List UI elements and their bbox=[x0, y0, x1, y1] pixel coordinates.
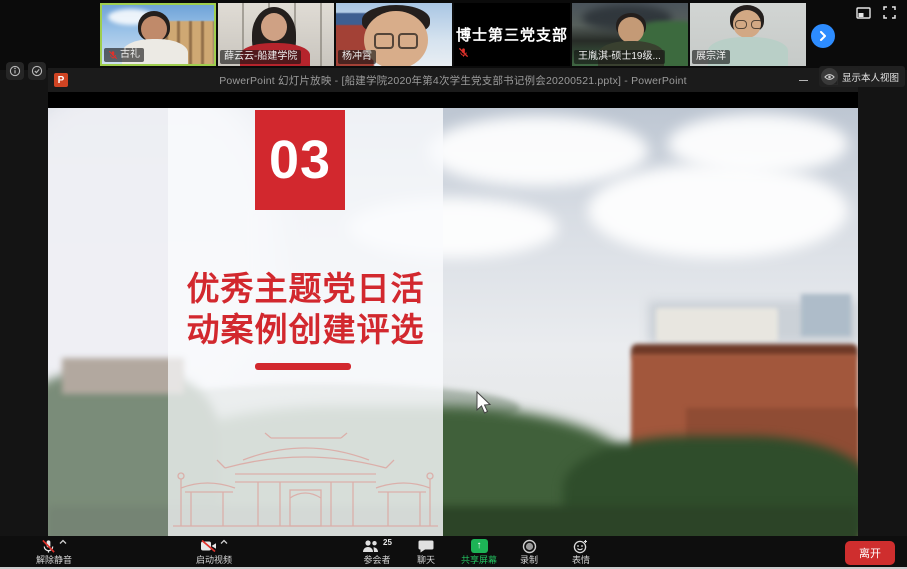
mic-muted-icon bbox=[41, 539, 56, 554]
participant-name-tag: 展宗洋 bbox=[692, 50, 730, 64]
mic-muted-icon bbox=[458, 45, 469, 63]
eye-icon bbox=[821, 68, 838, 85]
cloud bbox=[588, 163, 848, 258]
minimize-button[interactable] bbox=[788, 68, 818, 92]
fullscreen-icon[interactable] bbox=[883, 6, 896, 24]
cloud bbox=[428, 116, 648, 186]
participant-name: 杨冲霄 bbox=[342, 51, 372, 63]
participant-tile[interactable]: 杨冲霄 bbox=[336, 3, 452, 66]
zoom-meeting-window: 古礼 薛云云-船建学院 杨冲霄 博士 bbox=[0, 0, 907, 569]
info-icon[interactable] bbox=[6, 62, 24, 80]
chat-label: 聊天 bbox=[417, 555, 435, 565]
chat-button[interactable]: 聊天 bbox=[417, 539, 435, 565]
presentation-slide: 03 优秀主题党日活 动案例创建评选 bbox=[48, 108, 858, 543]
distant-building bbox=[801, 294, 851, 336]
chevron-up-icon[interactable] bbox=[220, 539, 228, 545]
participant-tile[interactable]: 王胤淇-硕士19级... bbox=[572, 3, 688, 66]
reactions-label: 表情 bbox=[572, 555, 590, 565]
shared-screen-powerpoint-window: P PowerPoint 幻灯片放映 - [船建学院2020年第4次学生党支部书… bbox=[48, 68, 858, 543]
participant-name: 薛云云-船建学院 bbox=[224, 51, 297, 63]
chat-icon bbox=[418, 539, 434, 553]
record-button[interactable]: 录制 bbox=[520, 539, 538, 565]
window-title: PowerPoint 幻灯片放映 - [船建学院2020年第4次学生党支部书记例… bbox=[48, 73, 858, 88]
participant-name: 王胤淇-硕士19级... bbox=[578, 51, 661, 63]
show-self-view-label: 显示本人视图 bbox=[842, 70, 899, 84]
participant-name-tag: 古礼 bbox=[104, 48, 144, 62]
share-screen-button[interactable]: ↑ 共享屏幕 bbox=[461, 539, 497, 565]
participants-count-badge: 25 bbox=[383, 539, 392, 547]
shield-check-icon[interactable] bbox=[28, 62, 46, 80]
video-thumbnail-strip: 古礼 薛云云-船建学院 杨冲霄 博士 bbox=[0, 0, 907, 70]
participants-icon bbox=[362, 539, 380, 553]
reactions-button[interactable]: 表情 bbox=[572, 539, 590, 565]
participant-name: 古礼 bbox=[120, 49, 140, 61]
participant-name-tag: 薛云云-船建学院 bbox=[220, 50, 301, 64]
panel-fade bbox=[48, 108, 168, 543]
reactions-icon bbox=[573, 539, 589, 554]
start-video-label: 启动视频 bbox=[196, 555, 232, 565]
mouse-cursor bbox=[476, 391, 493, 415]
participant-name-tag: 杨冲霄 bbox=[338, 50, 376, 64]
participant-name-tag: 王胤淇-硕士19级... bbox=[574, 50, 665, 64]
unmute-button[interactable]: 解除静音 bbox=[36, 539, 72, 565]
participants-button[interactable]: 25 参会者 bbox=[362, 539, 392, 565]
participant-tile[interactable]: 古礼 bbox=[100, 3, 216, 66]
participant-name: 展宗洋 bbox=[696, 51, 726, 63]
avatar bbox=[261, 13, 287, 41]
camera-off-icon bbox=[200, 539, 217, 553]
participants-label: 参会者 bbox=[363, 555, 390, 565]
meeting-control-toolbar: 解除静音 启动视频 25 参会者 聊天 ↑ bbox=[0, 536, 907, 567]
white-building bbox=[656, 308, 778, 342]
chevron-up-icon[interactable] bbox=[59, 539, 67, 545]
cloud bbox=[668, 114, 848, 174]
leave-meeting-button[interactable]: 离开 bbox=[845, 541, 895, 565]
section-number-box: 03 bbox=[255, 110, 345, 210]
slide-title-line2: 动案例创建评选 bbox=[168, 309, 443, 350]
participant-tile[interactable]: 博士第三党支部 bbox=[454, 3, 570, 66]
up-arrow-glyph: ↑ bbox=[477, 541, 482, 551]
next-page-icon[interactable] bbox=[811, 24, 835, 48]
glasses-decoration bbox=[374, 33, 418, 49]
record-label: 录制 bbox=[520, 555, 538, 565]
participant-name: 博士第三党支部 bbox=[454, 3, 570, 66]
avatar bbox=[618, 17, 644, 43]
title-underline-bar bbox=[255, 363, 351, 370]
glasses-decoration bbox=[735, 20, 763, 29]
participant-tile[interactable]: 展宗洋 bbox=[690, 3, 806, 66]
gate-line-art bbox=[173, 428, 438, 538]
mic-muted-icon bbox=[108, 50, 118, 60]
slide-title-line1: 优秀主题党日活 bbox=[168, 268, 443, 309]
speaker-view-icon[interactable] bbox=[856, 6, 871, 24]
slide-title: 优秀主题党日活 动案例创建评选 bbox=[168, 268, 443, 350]
powerpoint-app-icon: P bbox=[54, 73, 68, 87]
record-icon bbox=[522, 539, 537, 554]
share-screen-label: 共享屏幕 bbox=[461, 555, 497, 565]
section-number: 03 bbox=[269, 129, 331, 191]
share-screen-icon: ↑ bbox=[471, 539, 488, 553]
letterbox-band bbox=[48, 92, 858, 108]
window-title-bar[interactable]: P PowerPoint 幻灯片放映 - [船建学院2020年第4次学生党支部书… bbox=[48, 68, 858, 92]
start-video-button[interactable]: 启动视频 bbox=[196, 539, 232, 565]
participant-tile[interactable]: 薛云云-船建学院 bbox=[218, 3, 334, 66]
show-self-view-button[interactable]: 显示本人视图 bbox=[819, 66, 905, 87]
unmute-label: 解除静音 bbox=[36, 555, 72, 565]
